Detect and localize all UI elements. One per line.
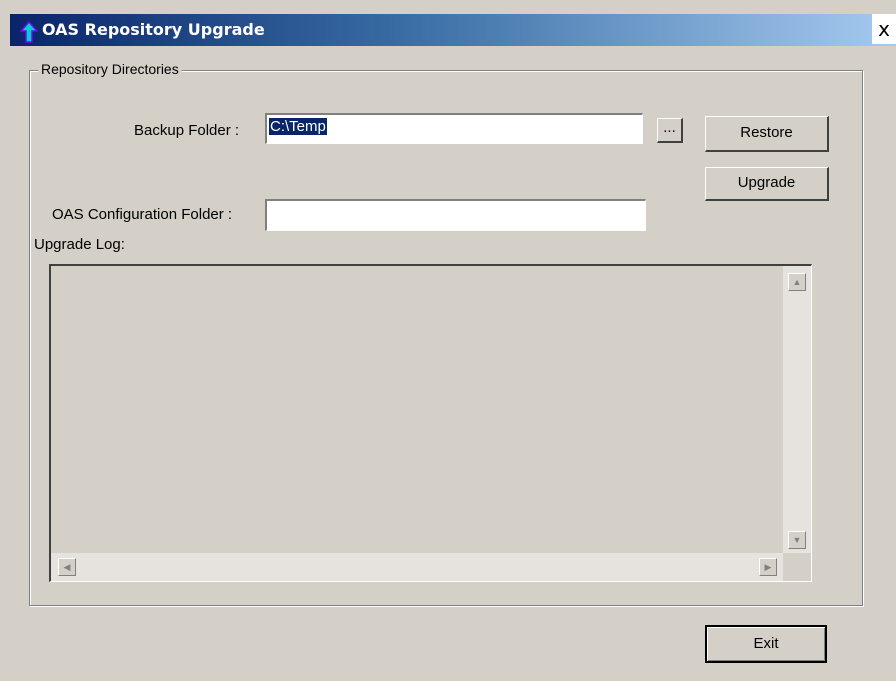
app-arrow-icon: [20, 21, 38, 43]
backup-folder-label: Backup Folder :: [134, 122, 240, 139]
close-button[interactable]: x: [872, 14, 896, 44]
browse-button[interactable]: ...: [657, 118, 683, 143]
config-folder-field[interactable]: [265, 199, 646, 231]
scroll-left-button[interactable]: ◀: [58, 558, 76, 576]
horizontal-scrollbar[interactable]: ◀ ▶: [51, 553, 784, 581]
scroll-up-button[interactable]: ▲: [788, 273, 806, 291]
exit-button[interactable]: Exit: [705, 625, 827, 663]
dialog-window: OAS Repository Upgrade x Repository Dire…: [0, 0, 896, 681]
scroll-up-icon: ▲: [792, 277, 802, 287]
scroll-right-button[interactable]: ▶: [759, 558, 777, 576]
title-bar: OAS Repository Upgrade: [10, 14, 896, 46]
upgrade-button[interactable]: Upgrade: [705, 167, 829, 201]
scroll-right-icon: ▶: [764, 562, 772, 572]
scroll-down-icon: ▼: [792, 535, 802, 545]
config-folder-label: OAS Configuration Folder :: [52, 206, 233, 223]
scroll-down-button[interactable]: ▼: [788, 531, 806, 549]
upgrade-log-label: Upgrade Log:: [34, 236, 125, 253]
group-label: Repository Directories: [38, 61, 182, 77]
backup-folder-field[interactable]: C:\Temp: [265, 113, 643, 144]
backup-folder-value: C:\Temp: [269, 118, 327, 135]
window-title: OAS Repository Upgrade: [42, 20, 265, 39]
restore-button[interactable]: Restore: [705, 116, 829, 152]
vertical-scrollbar[interactable]: ▲ ▼: [783, 266, 811, 556]
scroll-left-icon: ◀: [63, 562, 71, 572]
scroll-corner: [783, 553, 811, 581]
upgrade-log-textarea[interactable]: ▲ ▼ ◀ ▶: [49, 264, 812, 582]
